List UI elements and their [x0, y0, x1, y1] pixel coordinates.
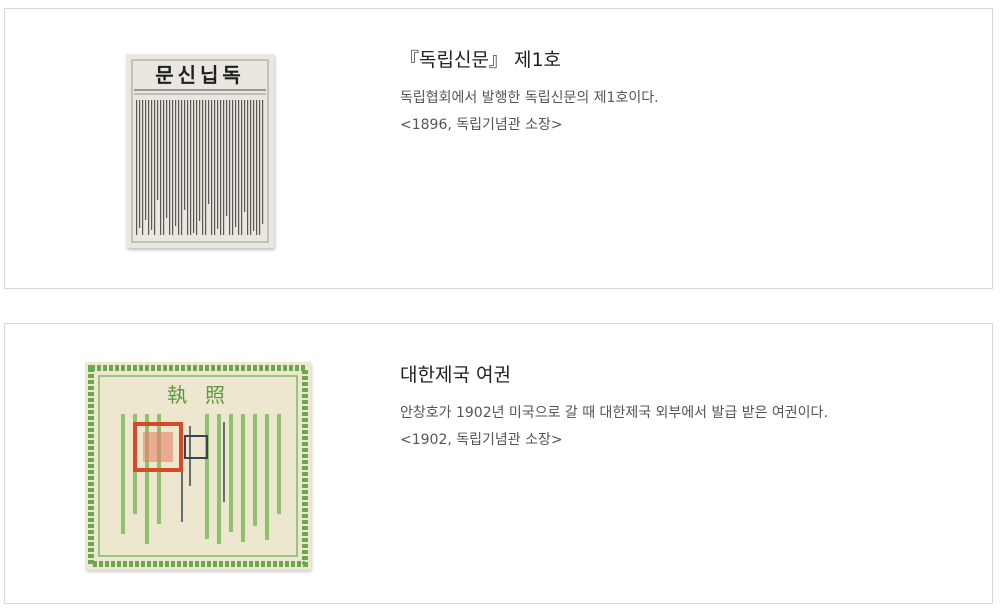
artifact-description: 독립협회에서 발행한 독립신문의 제1호이다. — [400, 90, 659, 106]
artifact-description: 안창호가 1902년 미국으로 갈 때 대한제국 외부에서 발급 받은 여권이다… — [400, 405, 828, 421]
newspaper-illustration: 문신닙독 — [126, 54, 274, 248]
artifact-card-passport: 執照 대한제국 여권 안창호가 1902년 미국으로 갈 때 대한제국 외부에서… — [4, 323, 993, 604]
passport-heading: 執照 — [167, 383, 243, 407]
artifact-title: 『독립신문』 제1호 — [400, 49, 562, 71]
artifact-card-newspaper: 문신닙독 『독립신문』 제1호 독립협회에서 발행한 독립신문의 제1호이다. … — [4, 8, 993, 289]
newspaper-masthead: 문신닙독 — [155, 63, 245, 87]
artifact-caption: <1902, 독립기념관 소장> — [400, 432, 563, 448]
artifact-title: 대한제국 여권 — [400, 364, 511, 386]
passport-illustration: 執照 — [85, 362, 311, 570]
passport-image: 執照 — [85, 362, 311, 570]
artifact-caption: <1896, 독립기념관 소장> — [400, 117, 563, 133]
newspaper-image: 문신닙독 — [126, 54, 274, 248]
